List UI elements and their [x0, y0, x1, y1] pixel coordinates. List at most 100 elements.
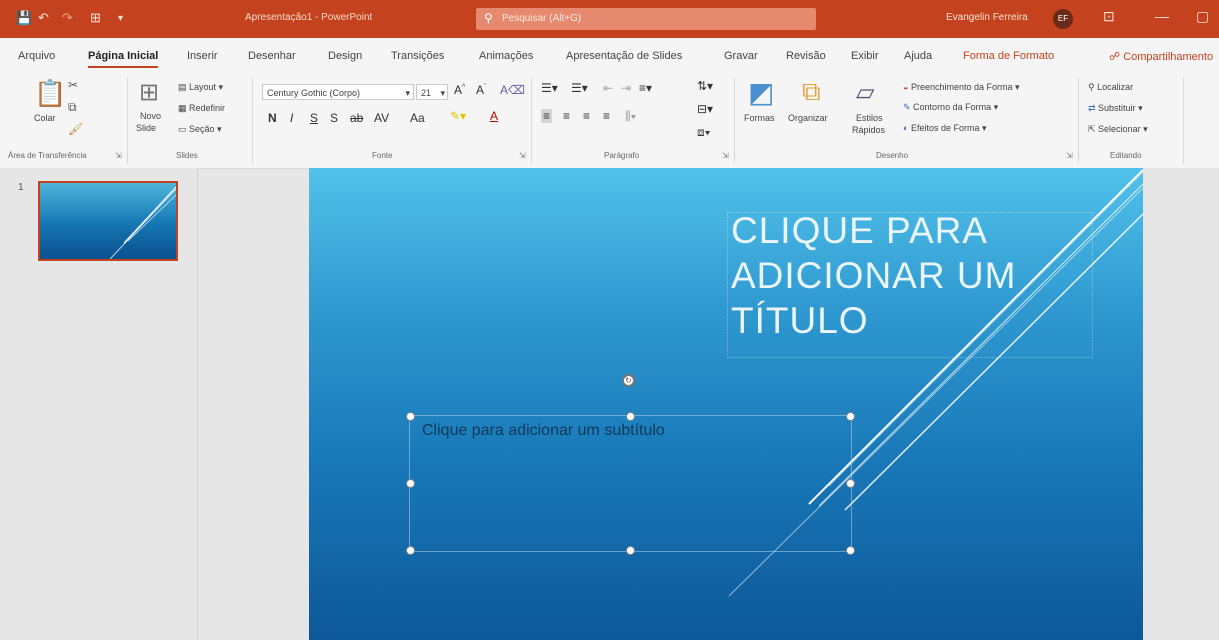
undo-icon[interactable]: ↶: [38, 10, 49, 26]
arrange-icon[interactable]: ⧉: [802, 76, 821, 108]
reset-label: Redefinir: [189, 103, 226, 113]
chevron-down-icon: ▾: [405, 88, 410, 98]
paste-label[interactable]: Colar: [34, 113, 56, 123]
shape-outline-button[interactable]: ✎ Contorno da Forma ▾: [903, 102, 998, 113]
font-group-label: Fonte: [372, 151, 393, 160]
tab-pagina-inicial[interactable]: Página Inicial: [88, 50, 159, 68]
customize-toolbar-icon[interactable]: ▾: [118, 13, 123, 24]
tab-transicoes[interactable]: Transições: [391, 50, 444, 62]
shapes-label[interactable]: Formas: [744, 113, 775, 123]
resize-handle-bottom-right[interactable]: [846, 546, 855, 555]
justify-icon[interactable]: ≡: [603, 109, 610, 123]
quick-styles-label-2[interactable]: Rápidos: [852, 125, 885, 135]
resize-handle-bottom[interactable]: [626, 546, 635, 555]
ribbon-display-options-icon[interactable]: ⊡: [1103, 8, 1115, 25]
resize-handle-left[interactable]: [406, 479, 415, 488]
search-box[interactable]: ⚲ Pesquisar (Alt+G): [476, 8, 816, 30]
increase-indent-icon[interactable]: ⇥: [621, 81, 631, 95]
drawing-launcher-icon[interactable]: ⇲: [1066, 151, 1073, 160]
tab-design[interactable]: Design: [328, 50, 362, 62]
tab-inserir[interactable]: Inserir: [187, 50, 218, 62]
resize-handle-top-right[interactable]: [846, 412, 855, 421]
tab-forma-de-formato[interactable]: Forma de Formato: [963, 50, 1054, 62]
avatar[interactable]: EF: [1053, 9, 1073, 29]
resize-handle-top-left[interactable]: [406, 412, 415, 421]
resize-handle-right[interactable]: [846, 479, 855, 488]
font-name-select[interactable]: Century Gothic (Corpo) ▾: [262, 84, 414, 100]
align-left-icon[interactable]: ≡: [541, 109, 553, 123]
layout-button[interactable]: ▤ Layout ▾: [178, 82, 223, 93]
restore-icon[interactable]: ▢: [1196, 8, 1209, 25]
shape-effects-button[interactable]: ◐ Efeitos de Forma ▾: [903, 123, 987, 134]
align-center-icon[interactable]: ≡: [563, 109, 570, 123]
new-slide-label-2[interactable]: Slide: [136, 123, 156, 133]
subtitle-text[interactable]: Clique para adicionar um subtítulo: [422, 422, 665, 440]
replace-button[interactable]: ⇄ Substituir ▾: [1088, 103, 1143, 114]
slide-thumbnail[interactable]: [38, 181, 178, 261]
tab-revisao[interactable]: Revisão: [786, 50, 826, 62]
tab-apresentacao-de-slides[interactable]: Apresentação de Slides: [566, 50, 682, 62]
character-spacing-button[interactable]: AV: [374, 111, 389, 125]
save-icon[interactable]: 💾: [16, 10, 32, 26]
font-color-button[interactable]: A: [490, 109, 498, 123]
tab-desenhar[interactable]: Desenhar: [248, 50, 296, 62]
shapes-icon[interactable]: ◩: [748, 76, 774, 109]
search-icon: ⚲: [484, 11, 493, 25]
tab-arquivo[interactable]: Arquivo: [18, 50, 55, 62]
underline-button[interactable]: S: [310, 111, 318, 125]
slide-number: 1: [18, 182, 24, 193]
decrease-indent-icon[interactable]: ⇤: [603, 81, 613, 95]
start-slideshow-icon[interactable]: ⊞: [90, 10, 101, 26]
redo-icon[interactable]: ↷: [62, 10, 73, 26]
strikethrough-button[interactable]: ab: [350, 111, 363, 125]
text-direction-icon[interactable]: ⇅▾: [697, 79, 713, 93]
find-button[interactable]: ⚲ Localizar: [1088, 82, 1133, 93]
title-placeholder[interactable]: CLIQUE PARA ADICIONAR UM TÍTULO: [731, 208, 1091, 343]
share-button[interactable]: ☍ Compartilhamento: [1109, 50, 1213, 63]
tab-animacoes[interactable]: Animações: [479, 50, 533, 62]
smartart-icon[interactable]: ⧈▾: [697, 125, 711, 140]
bold-button[interactable]: N: [268, 111, 277, 125]
select-button[interactable]: ⇱ Selecionar ▾: [1088, 124, 1148, 135]
align-text-icon[interactable]: ⊟▾: [697, 102, 713, 116]
resize-handle-top[interactable]: [626, 412, 635, 421]
shape-fill-button[interactable]: ◒ Preenchimento da Forma ▾: [903, 82, 1020, 93]
shadow-button[interactable]: S: [330, 111, 338, 125]
font-size-select[interactable]: 21 ▾: [416, 84, 448, 100]
clear-formatting-icon[interactable]: A⌫: [500, 83, 525, 97]
minimize-icon[interactable]: —: [1155, 8, 1169, 24]
bullets-icon[interactable]: ☰▾: [541, 81, 558, 95]
format-painter-icon[interactable]: 🖌: [68, 122, 83, 136]
user-name[interactable]: Evangelin Ferreira: [946, 12, 1028, 23]
copy-icon[interactable]: ⧉: [68, 100, 77, 115]
columns-icon[interactable]: ⫼▾: [625, 109, 636, 124]
increase-font-icon[interactable]: A^: [454, 83, 465, 97]
highlight-color-icon[interactable]: ✎▾: [450, 109, 466, 123]
italic-button[interactable]: I: [290, 111, 293, 125]
section-button[interactable]: ▭ Seção ▾: [178, 124, 222, 135]
new-slide-icon[interactable]: ⊞: [139, 78, 159, 107]
tab-ajuda[interactable]: Ajuda: [904, 50, 932, 62]
clipboard-launcher-icon[interactable]: ⇲: [115, 151, 122, 160]
cut-icon[interactable]: ✂: [68, 78, 78, 92]
rotate-handle-icon[interactable]: ↻: [622, 374, 635, 387]
quick-styles-icon[interactable]: ▱: [856, 78, 874, 107]
new-slide-label[interactable]: Novo: [140, 111, 161, 121]
tab-gravar[interactable]: Gravar: [724, 50, 758, 62]
paste-icon[interactable]: 📋: [34, 78, 66, 109]
quick-styles-label[interactable]: Estilos: [856, 113, 883, 123]
align-right-icon[interactable]: ≡: [583, 109, 590, 123]
paragraph-launcher-icon[interactable]: ⇲: [722, 151, 729, 160]
change-case-button[interactable]: Aa: [410, 111, 425, 125]
reset-button[interactable]: ▦ Redefinir: [178, 103, 225, 114]
numbering-icon[interactable]: ☰▾: [571, 81, 588, 95]
tab-exibir[interactable]: Exibir: [851, 50, 879, 62]
slide-canvas[interactable]: CLIQUE PARA ADICIONAR UM TÍTULO ↻ Clique…: [309, 168, 1143, 640]
decrease-font-icon[interactable]: Aˇ: [476, 83, 486, 97]
workspace-background: [1143, 168, 1219, 640]
subtitle-placeholder[interactable]: Clique para adicionar um subtítulo: [409, 415, 852, 552]
arrange-label[interactable]: Organizar: [788, 113, 828, 123]
line-spacing-icon[interactable]: ≡▾: [639, 81, 652, 95]
resize-handle-bottom-left[interactable]: [406, 546, 415, 555]
font-launcher-icon[interactable]: ⇲: [519, 151, 526, 160]
